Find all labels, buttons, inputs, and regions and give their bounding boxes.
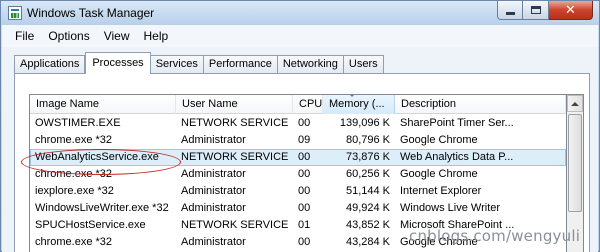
cell-cpu: 00 <box>298 151 311 163</box>
window-title: Windows Task Manager <box>27 6 155 20</box>
cell-memory: 73,876 K <box>345 151 390 163</box>
cell-image-name: iexplore.exe *32 <box>35 185 114 197</box>
cell-cpu: 00 <box>298 168 311 180</box>
cell-memory: 49,924 K <box>345 202 390 214</box>
sort-descending-icon <box>348 95 356 97</box>
cell-user-name: Administrator <box>181 185 246 197</box>
table-row[interactable]: chrome.exe *32 Administrator 09 80,796 K… <box>30 132 566 149</box>
cell-user-name: Administrator <box>181 134 246 146</box>
cell-user-name: Administrator <box>181 168 246 180</box>
menu-bar: File Options View Help <box>2 25 598 47</box>
menu-options[interactable]: Options <box>41 29 96 43</box>
cell-user-name: Administrator <box>181 202 246 214</box>
table-row[interactable]: WindowsLiveWriter.exe *32 Administrator … <box>30 200 566 217</box>
scroll-thumb[interactable] <box>568 114 582 212</box>
tab-networking[interactable]: Networking <box>277 55 344 74</box>
close-icon: ✕ <box>565 2 576 18</box>
column-user-name[interactable]: User Name <box>176 95 293 114</box>
tab-processes[interactable]: Processes <box>85 52 151 74</box>
cell-image-name: chrome.exe *32 <box>35 168 113 180</box>
tab-applications[interactable]: Applications <box>14 55 86 74</box>
column-memory[interactable]: Memory (... <box>323 95 395 114</box>
menu-view[interactable]: View <box>97 29 137 43</box>
column-description[interactable]: Description <box>395 95 566 114</box>
menu-help[interactable]: Help <box>137 29 176 43</box>
watermark: cnblogs.com/wengyuli <box>409 227 581 245</box>
cell-cpu: 00 <box>298 202 311 214</box>
maximize-button[interactable] <box>523 1 549 20</box>
client-area: Applications Processes Services Performa… <box>2 47 598 252</box>
cell-memory: 51,144 K <box>345 185 390 197</box>
column-image-name[interactable]: Image Name <box>30 95 176 114</box>
menu-file[interactable]: File <box>8 29 41 43</box>
cell-cpu: 00 <box>298 185 311 197</box>
scroll-up-button[interactable] <box>567 95 583 112</box>
cell-cpu: 00 <box>298 117 311 129</box>
title-bar[interactable]: Windows Task Manager ✕ <box>1 1 599 25</box>
tab-users[interactable]: Users <box>343 55 384 74</box>
cell-image-name: chrome.exe *32 <box>35 236 113 248</box>
cell-cpu: 09 <box>298 134 311 146</box>
maximize-icon <box>530 6 541 14</box>
column-header: Image Name User Name CPU Memory (... Des… <box>30 95 566 114</box>
arrow-up-icon <box>571 101 579 106</box>
tab-strip: Applications Processes Services Performa… <box>14 52 384 74</box>
cell-description: Internet Explorer <box>400 185 482 197</box>
column-memory-label: Memory (... <box>329 98 385 110</box>
cell-cpu: 00 <box>298 236 311 248</box>
task-manager-icon <box>8 6 22 20</box>
cell-user-name: Administrator <box>181 236 246 248</box>
cell-memory: 139,096 K <box>339 117 390 129</box>
cell-user-name: NETWORK SERVICE <box>181 117 289 129</box>
processes-panel: Image Name User Name CPU Memory (... Des… <box>14 73 590 252</box>
window-controls: ✕ <box>497 1 593 20</box>
close-button[interactable]: ✕ <box>549 1 593 20</box>
minimize-icon <box>505 11 515 15</box>
cell-image-name: WindowsLiveWriter.exe *32 <box>35 202 169 214</box>
cell-description: SharePoint Timer Ser... <box>400 117 514 129</box>
cell-memory: 60,256 K <box>345 168 390 180</box>
cell-description: Google Chrome <box>400 134 478 146</box>
cell-description: Windows Live Writer <box>400 202 501 214</box>
cell-memory: 43,852 K <box>345 219 390 231</box>
cell-user-name: NETWORK SERVICE <box>181 219 289 231</box>
table-row[interactable]: chrome.exe *32 Administrator 00 60,256 K… <box>30 166 566 183</box>
table-row-selected[interactable]: WebAnalyticsService.exe NETWORK SERVICE … <box>30 149 566 166</box>
cell-image-name: chrome.exe *32 <box>35 134 113 146</box>
minimize-button[interactable] <box>497 1 523 20</box>
cell-cpu: 01 <box>298 219 311 231</box>
task-manager-window: Windows Task Manager ✕ File Options View… <box>0 0 600 252</box>
tab-services[interactable]: Services <box>150 55 204 74</box>
table-row[interactable]: OWSTIMER.EXE NETWORK SERVICE 00 139,096 … <box>30 115 566 132</box>
cell-user-name: NETWORK SERVICE <box>181 151 289 163</box>
cell-memory: 43,284 K <box>345 236 390 248</box>
cell-memory: 80,796 K <box>345 134 390 146</box>
cell-description: Google Chrome <box>400 168 478 180</box>
column-cpu[interactable]: CPU <box>293 95 323 114</box>
cell-image-name: SPUCHostService.exe <box>35 219 146 231</box>
cell-image-name: WebAnalyticsService.exe <box>35 151 159 163</box>
table-row[interactable]: iexplore.exe *32 Administrator 00 51,144… <box>30 183 566 200</box>
cell-description: Web Analytics Data P... <box>400 151 514 163</box>
cell-image-name: OWSTIMER.EXE <box>35 117 121 129</box>
tab-performance[interactable]: Performance <box>203 55 278 74</box>
